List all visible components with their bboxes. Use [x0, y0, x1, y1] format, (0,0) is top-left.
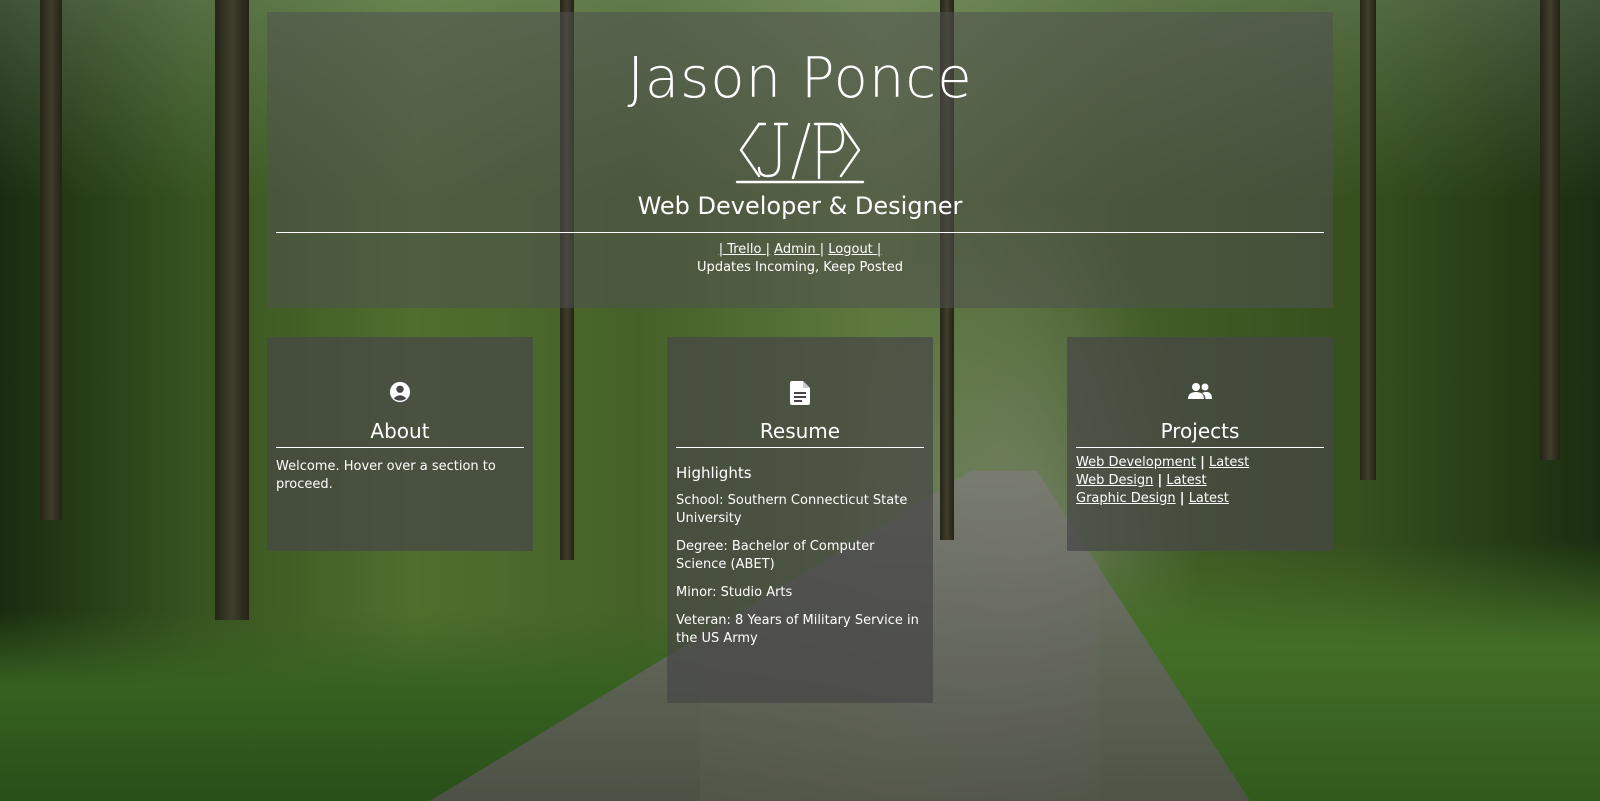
resume-item-degree: Degree: Bachelor of Computer Science (AB… — [676, 539, 875, 572]
jp-logo — [267, 120, 1333, 184]
projects-title: Projects — [1076, 419, 1324, 448]
resume-card[interactable]: Resume Highlights School: Southern Conne… — [667, 337, 933, 703]
resume-item-minor: Minor: Studio Arts — [676, 585, 793, 600]
projects-body: Web Development | Latest Web Design | La… — [1076, 448, 1324, 528]
jp-logo-icon — [735, 122, 865, 183]
nav-pipe: | — [765, 241, 771, 257]
projects-card[interactable]: Projects Web Development | Latest Web De… — [1067, 337, 1333, 551]
highlights-heading: Highlights — [676, 464, 752, 482]
project-row: Web Development | Latest — [1076, 454, 1324, 472]
web-development-link[interactable]: Web Development — [1076, 455, 1196, 470]
projects-icon-wrap — [1076, 381, 1324, 405]
trello-link[interactable]: | Trello | — [719, 242, 770, 257]
resume-item-school: School: Southern Connecticut State Unive… — [676, 493, 908, 526]
user-circle-icon — [389, 381, 411, 403]
graphic-design-latest-link[interactable]: Latest — [1189, 491, 1229, 506]
trello-label: Trello — [727, 241, 762, 257]
web-design-latest-link[interactable]: Latest — [1166, 473, 1206, 488]
about-icon-wrap — [276, 381, 524, 405]
header-divider — [276, 231, 1324, 233]
users-icon — [1188, 383, 1212, 399]
about-title: About — [276, 419, 524, 448]
tagline: Web Developer & Designer — [637, 191, 963, 220]
logout-label: Logout — [828, 241, 873, 257]
web-design-link[interactable]: Web Design — [1076, 473, 1153, 488]
header-panel: Jason Ponce Web Developer & Designer | T… — [267, 12, 1333, 308]
project-row: Graphic Design | Latest — [1076, 490, 1324, 508]
top-nav: | Trello | Admin | Logout | — [267, 242, 1333, 257]
resume-title: Resume — [676, 419, 924, 448]
graphic-design-link[interactable]: Graphic Design — [1076, 491, 1176, 506]
nav-pipe: | — [718, 241, 724, 257]
project-row: Web Design | Latest — [1076, 472, 1324, 490]
separator: | — [1157, 473, 1163, 488]
resume-icon-wrap — [676, 381, 924, 405]
nav-pipe: | — [819, 241, 825, 257]
separator: | — [1179, 491, 1185, 506]
updates-notice: Updates Incoming, Keep Posted — [697, 259, 903, 275]
admin-label: Admin — [774, 241, 816, 257]
about-text: Welcome. Hover over a section to proceed… — [276, 459, 496, 492]
resume-body: Highlights School: Southern Connecticut … — [676, 448, 924, 668]
about-card[interactable]: About Welcome. Hover over a section to p… — [267, 337, 533, 551]
nav-pipe: | — [876, 241, 882, 257]
web-development-latest-link[interactable]: Latest — [1209, 455, 1249, 470]
site-title: Jason Ponce — [627, 46, 973, 111]
document-icon — [790, 381, 810, 405]
logout-link[interactable]: Logout | — [828, 242, 881, 257]
resume-item-veteran: Veteran: 8 Years of Military Service in … — [676, 613, 919, 646]
separator: | — [1200, 455, 1205, 470]
admin-link[interactable]: Admin | — [774, 242, 824, 257]
